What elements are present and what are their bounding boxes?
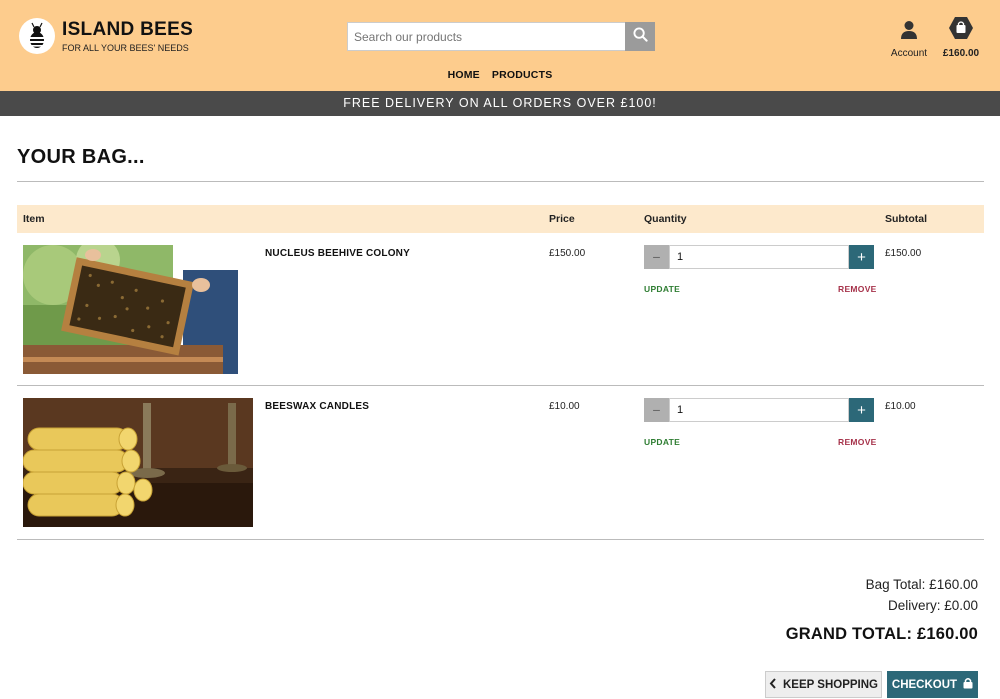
bag-total: Bag Total: £160.00 (865, 577, 978, 592)
divider (17, 181, 984, 182)
minus-icon: − (652, 249, 661, 265)
nav-products[interactable]: PRODUCTS (492, 69, 553, 81)
keep-shopping-label: KEEP SHOPPING (782, 678, 878, 691)
header-subtotal: Subtotal (885, 213, 927, 225)
shopping-bag-link[interactable]: £160.00 (937, 16, 985, 59)
search-input[interactable] (347, 22, 625, 51)
product-price: £10.00 (549, 401, 580, 412)
update-link[interactable]: UPDATE (644, 437, 680, 447)
page-title: YOUR BAG... (17, 146, 145, 168)
site-header: ISLAND BEES FOR ALL YOUR BEES' NEEDS Acc… (0, 0, 1000, 91)
quantity-input[interactable]: 1 (669, 245, 849, 269)
plus-icon: + (857, 401, 866, 419)
search-button[interactable] (625, 22, 655, 51)
minus-icon: − (652, 402, 661, 418)
delivery-cost: Delivery: £0.00 (887, 598, 978, 613)
brand-title: ISLAND BEES (62, 18, 194, 40)
product-subtotal: £150.00 (885, 248, 922, 259)
quantity-input[interactable]: 1 (669, 398, 849, 422)
account-label: Account (890, 48, 928, 59)
decrement-button[interactable]: − (644, 245, 669, 269)
product-subtotal: £10.00 (885, 401, 916, 412)
header-quantity: Quantity (644, 213, 687, 225)
divider (17, 539, 984, 540)
brand-tagline: FOR ALL YOUR BEES' NEEDS (62, 42, 189, 53)
increment-button[interactable]: + (849, 245, 874, 269)
product-image-beekeeper[interactable] (23, 245, 253, 374)
header-item: Item (23, 213, 45, 225)
table-header: Item Price Quantity Subtotal (17, 205, 984, 233)
nav-home[interactable]: HOME (448, 69, 480, 81)
table-row: BEESWAX CANDLES £10.00 − 1 + UPDATE REMO… (17, 398, 984, 540)
divider (17, 385, 984, 386)
quantity-stepper: − 1 + (644, 245, 874, 269)
grand-total: GRAND TOTAL: £160.00 (785, 625, 978, 643)
update-link[interactable]: UPDATE (644, 284, 680, 294)
product-image-candles[interactable] (23, 398, 253, 527)
product-price: £150.00 (549, 248, 586, 259)
search-bar (347, 22, 655, 51)
quantity-stepper: − 1 + (644, 398, 874, 422)
user-icon (900, 21, 918, 44)
checkout-button[interactable]: CHECKOUT (887, 671, 978, 698)
lock-icon (963, 677, 973, 692)
table-row: NUCLEUS BEEHIVE COLONY £150.00 − 1 + UPD… (17, 245, 984, 386)
account-link[interactable]: Account (885, 20, 933, 59)
shopping-bag-icon (948, 17, 974, 44)
plus-icon: + (857, 248, 866, 266)
product-name[interactable]: BEESWAX CANDLES (265, 401, 369, 412)
logo[interactable]: ISLAND BEES FOR ALL YOUR BEES' NEEDS (19, 18, 193, 54)
decrement-button[interactable]: − (644, 398, 669, 422)
bag-total-amount: £160.00 (942, 48, 980, 59)
checkout-label: CHECKOUT (891, 678, 958, 691)
delivery-banner: FREE DELIVERY ON ALL ORDERS OVER £100! (0, 91, 1000, 116)
increment-button[interactable]: + (849, 398, 874, 422)
bee-logo-icon (19, 18, 55, 54)
remove-link[interactable]: REMOVE (838, 284, 877, 294)
main-nav: HOME PRODUCTS (0, 69, 1000, 81)
search-icon (632, 26, 648, 47)
chevron-left-icon (769, 677, 777, 692)
keep-shopping-button[interactable]: KEEP SHOPPING (765, 671, 882, 698)
header-price: Price (549, 213, 575, 225)
remove-link[interactable]: REMOVE (838, 437, 877, 447)
product-name[interactable]: NUCLEUS BEEHIVE COLONY (265, 248, 410, 259)
